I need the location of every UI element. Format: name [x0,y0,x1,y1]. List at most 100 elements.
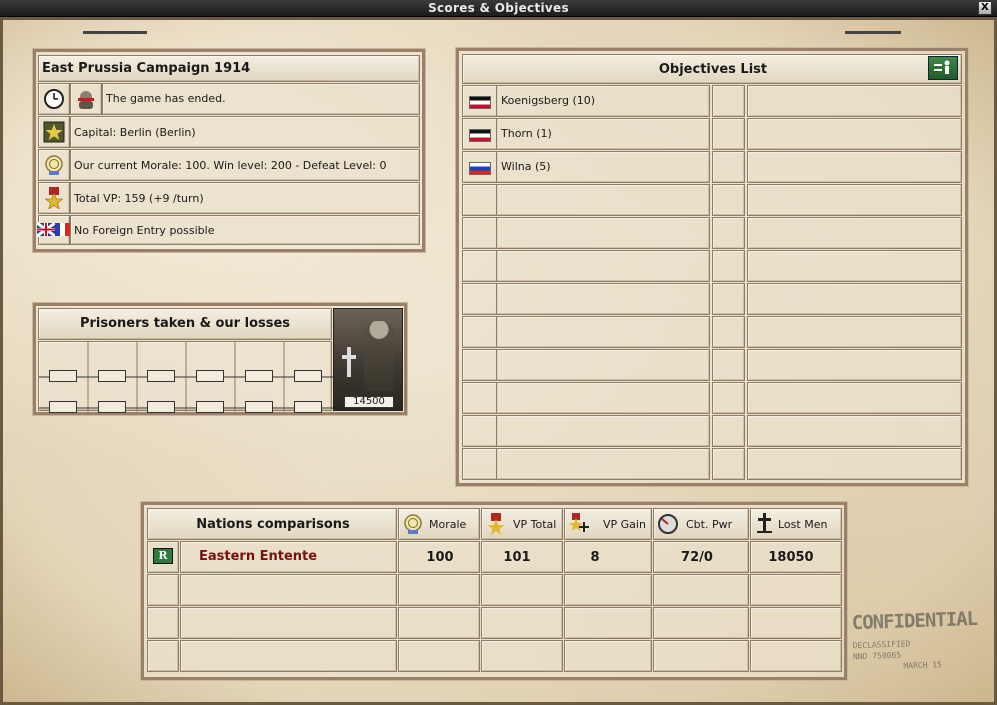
objective-info-cell [747,415,962,447]
prisoners-grid [38,341,333,413]
loss-box [245,401,273,413]
nation-empty-cell [481,574,563,606]
objective-info-cell [747,448,962,480]
nation-empty-cell [147,574,179,606]
leader-cell [70,83,102,115]
col-morale-label: Morale [429,518,467,531]
col-cbt-pwr-label: Cbt. Pwr [686,518,733,531]
objective-info-cell [747,118,962,150]
window-titlebar: Scores & Objectives X [0,0,997,17]
col-vp-gain-label: VP Gain [603,518,646,531]
objective-name-cell[interactable] [496,250,710,282]
nation-vp-total: 101 [503,550,531,565]
objective-flag-cell [462,415,498,447]
close-button[interactable]: X [978,1,992,15]
nation-empty-cell [147,607,179,639]
clock-icon [44,89,64,109]
vp-row: Total VP: 159 (+9 /turn) [70,182,420,214]
nation-row[interactable]: Eastern Entente [180,541,397,573]
leader-portrait-icon [78,91,94,109]
objective-owner-cell [712,118,745,150]
capital-row: Capital: Berlin (Berlin) [70,116,420,148]
nation-empty-cell [481,607,563,639]
objective-flag-cell [462,118,498,150]
objective-flag-cell [462,316,498,348]
objective-flag-cell [462,448,498,480]
nation-empty-cell [653,607,749,639]
loss-box [49,401,77,413]
objective-owner-cell [712,217,745,249]
stamp-word: CONFIDENTIAL [851,607,978,635]
objective-flag-cell [462,250,498,282]
decor-notch [845,31,901,34]
objective-flag-cell [462,349,498,381]
nation-vp-gain: 8 [590,550,600,565]
objective-name-cell[interactable]: Thorn (1) [496,118,710,150]
decor-notch [83,31,147,34]
objective-flag-cell [462,382,498,414]
loss-box [196,401,224,413]
grave-cross-icon [342,347,356,377]
nation-badge: R [153,548,173,564]
objective-name: Koenigsberg (10) [501,94,596,107]
objective-flag-cell [462,184,498,216]
objective-info-cell [747,316,962,348]
nation-empty-cell [750,607,842,639]
objective-name-cell[interactable] [496,349,710,381]
morale-medal-icon [404,514,422,534]
objective-owner-cell [712,250,745,282]
morale-row: Our current Morale: 100. Win level: 200 … [70,149,420,181]
foreign-entry-text: No Foreign Entry possible [74,224,215,237]
objective-owner-cell [712,382,745,414]
objective-name: Wilna (5) [501,160,551,173]
russia-flag-icon [469,162,491,175]
nation-cbt-pwr-cell: 72/0 [653,541,749,573]
col-lost-men-label: Lost Men [778,518,828,531]
objective-name-cell[interactable] [496,316,710,348]
objective-owner-cell [712,184,745,216]
nation-vp-total-cell: 101 [481,541,563,573]
soldier-figure [364,321,394,391]
nation-empty-cell [750,640,842,672]
clock-cell [38,83,70,115]
objective-info-cell [747,217,962,249]
objective-name: Thorn (1) [501,127,552,140]
nation-lost-men: 18050 [768,550,814,565]
capital-text: Capital: Berlin (Berlin) [74,126,196,139]
objective-name-cell[interactable] [496,382,710,414]
objective-name-cell[interactable]: Wilna (5) [496,151,710,183]
col-vp-gain[interactable]: VP Gain [564,508,652,540]
objectives-title: Objectives List [658,62,768,77]
gauge-icon [658,514,678,534]
prisoner-box [245,370,273,382]
uk-france-flags-icon [37,222,70,238]
col-vp-total[interactable]: VP Total [481,508,563,540]
objectives-filter-button[interactable] [928,56,958,80]
objective-name-cell[interactable]: Koenigsberg (10) [496,85,710,117]
objective-owner-cell [712,283,745,315]
objective-name-cell[interactable] [496,415,710,447]
col-cbt-pwr[interactable]: Cbt. Pwr [653,508,749,540]
col-morale[interactable]: Morale [398,508,480,540]
nation-vp-gain-cell: 8 [564,541,652,573]
prisoners-grid-lines [39,342,333,412]
objective-name-cell[interactable] [496,283,710,315]
nation-empty-cell [653,640,749,672]
objective-name-cell[interactable] [496,217,710,249]
objective-info-cell [747,151,962,183]
objective-name-cell[interactable] [496,448,710,480]
loss-box [147,401,175,413]
parchment-background: East Prussia Campaign 1914 The game has … [0,17,997,705]
nation-empty-cell [564,574,652,606]
prisoner-box [49,370,77,382]
nations-title: Nations comparisons [196,517,350,532]
col-vp-total-label: VP Total [513,518,557,531]
nation-empty-cell [750,574,842,606]
col-lost-men[interactable]: Lost Men [750,508,842,540]
nation-lost-men-cell: 18050 [750,541,842,573]
morale-text: Our current Morale: 100. Win level: 200 … [74,159,387,172]
nation-name: Eastern Entente [199,549,318,564]
objective-flag-cell [462,283,498,315]
objective-name-cell[interactable] [496,184,710,216]
objective-owner-cell [712,85,745,117]
